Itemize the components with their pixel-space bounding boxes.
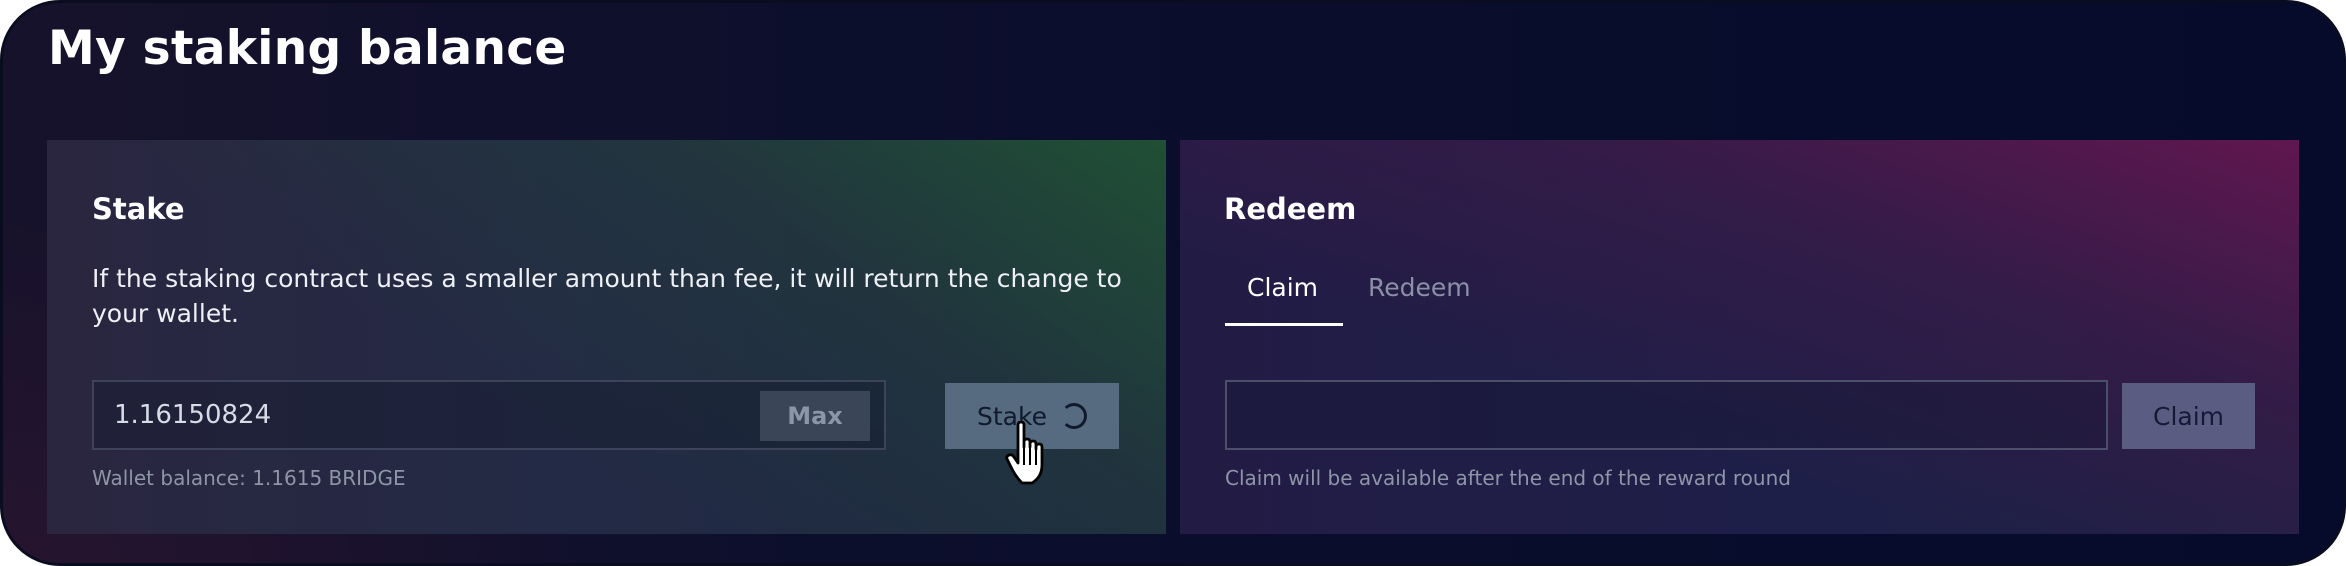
- tab-claim[interactable]: Claim: [1247, 273, 1318, 302]
- claim-button[interactable]: Claim: [2122, 383, 2255, 449]
- stake-amount-value[interactable]: 1.16150824: [114, 400, 271, 430]
- wallet-balance: Wallet balance: 1.1615 BRIDGE: [92, 466, 406, 490]
- stake-description: If the staking contract uses a smaller a…: [92, 264, 1122, 328]
- redeem-card-title: Redeem: [1224, 192, 1357, 226]
- stake-amount-input[interactable]: 1.16150824 Max: [92, 380, 886, 450]
- stake-card: Stake If the staking contract uses a sma…: [47, 140, 1166, 534]
- page-title: My staking balance: [48, 21, 567, 76]
- hand-pointer-cursor-icon: [1005, 421, 1044, 485]
- active-tab-indicator: [1225, 323, 1343, 326]
- max-button[interactable]: Max: [760, 391, 870, 441]
- stake-card-title: Stake: [92, 192, 185, 226]
- tab-redeem[interactable]: Redeem: [1368, 273, 1471, 302]
- claim-amount-input[interactable]: [1225, 380, 2108, 450]
- staking-panel: My staking balance Stake If the staking …: [0, 0, 2346, 566]
- redeem-card: Redeem Claim Redeem Claim Claim will be …: [1180, 140, 2299, 534]
- claim-hint: Claim will be available after the end of…: [1225, 466, 1791, 490]
- loading-spinner-icon: [1060, 403, 1087, 429]
